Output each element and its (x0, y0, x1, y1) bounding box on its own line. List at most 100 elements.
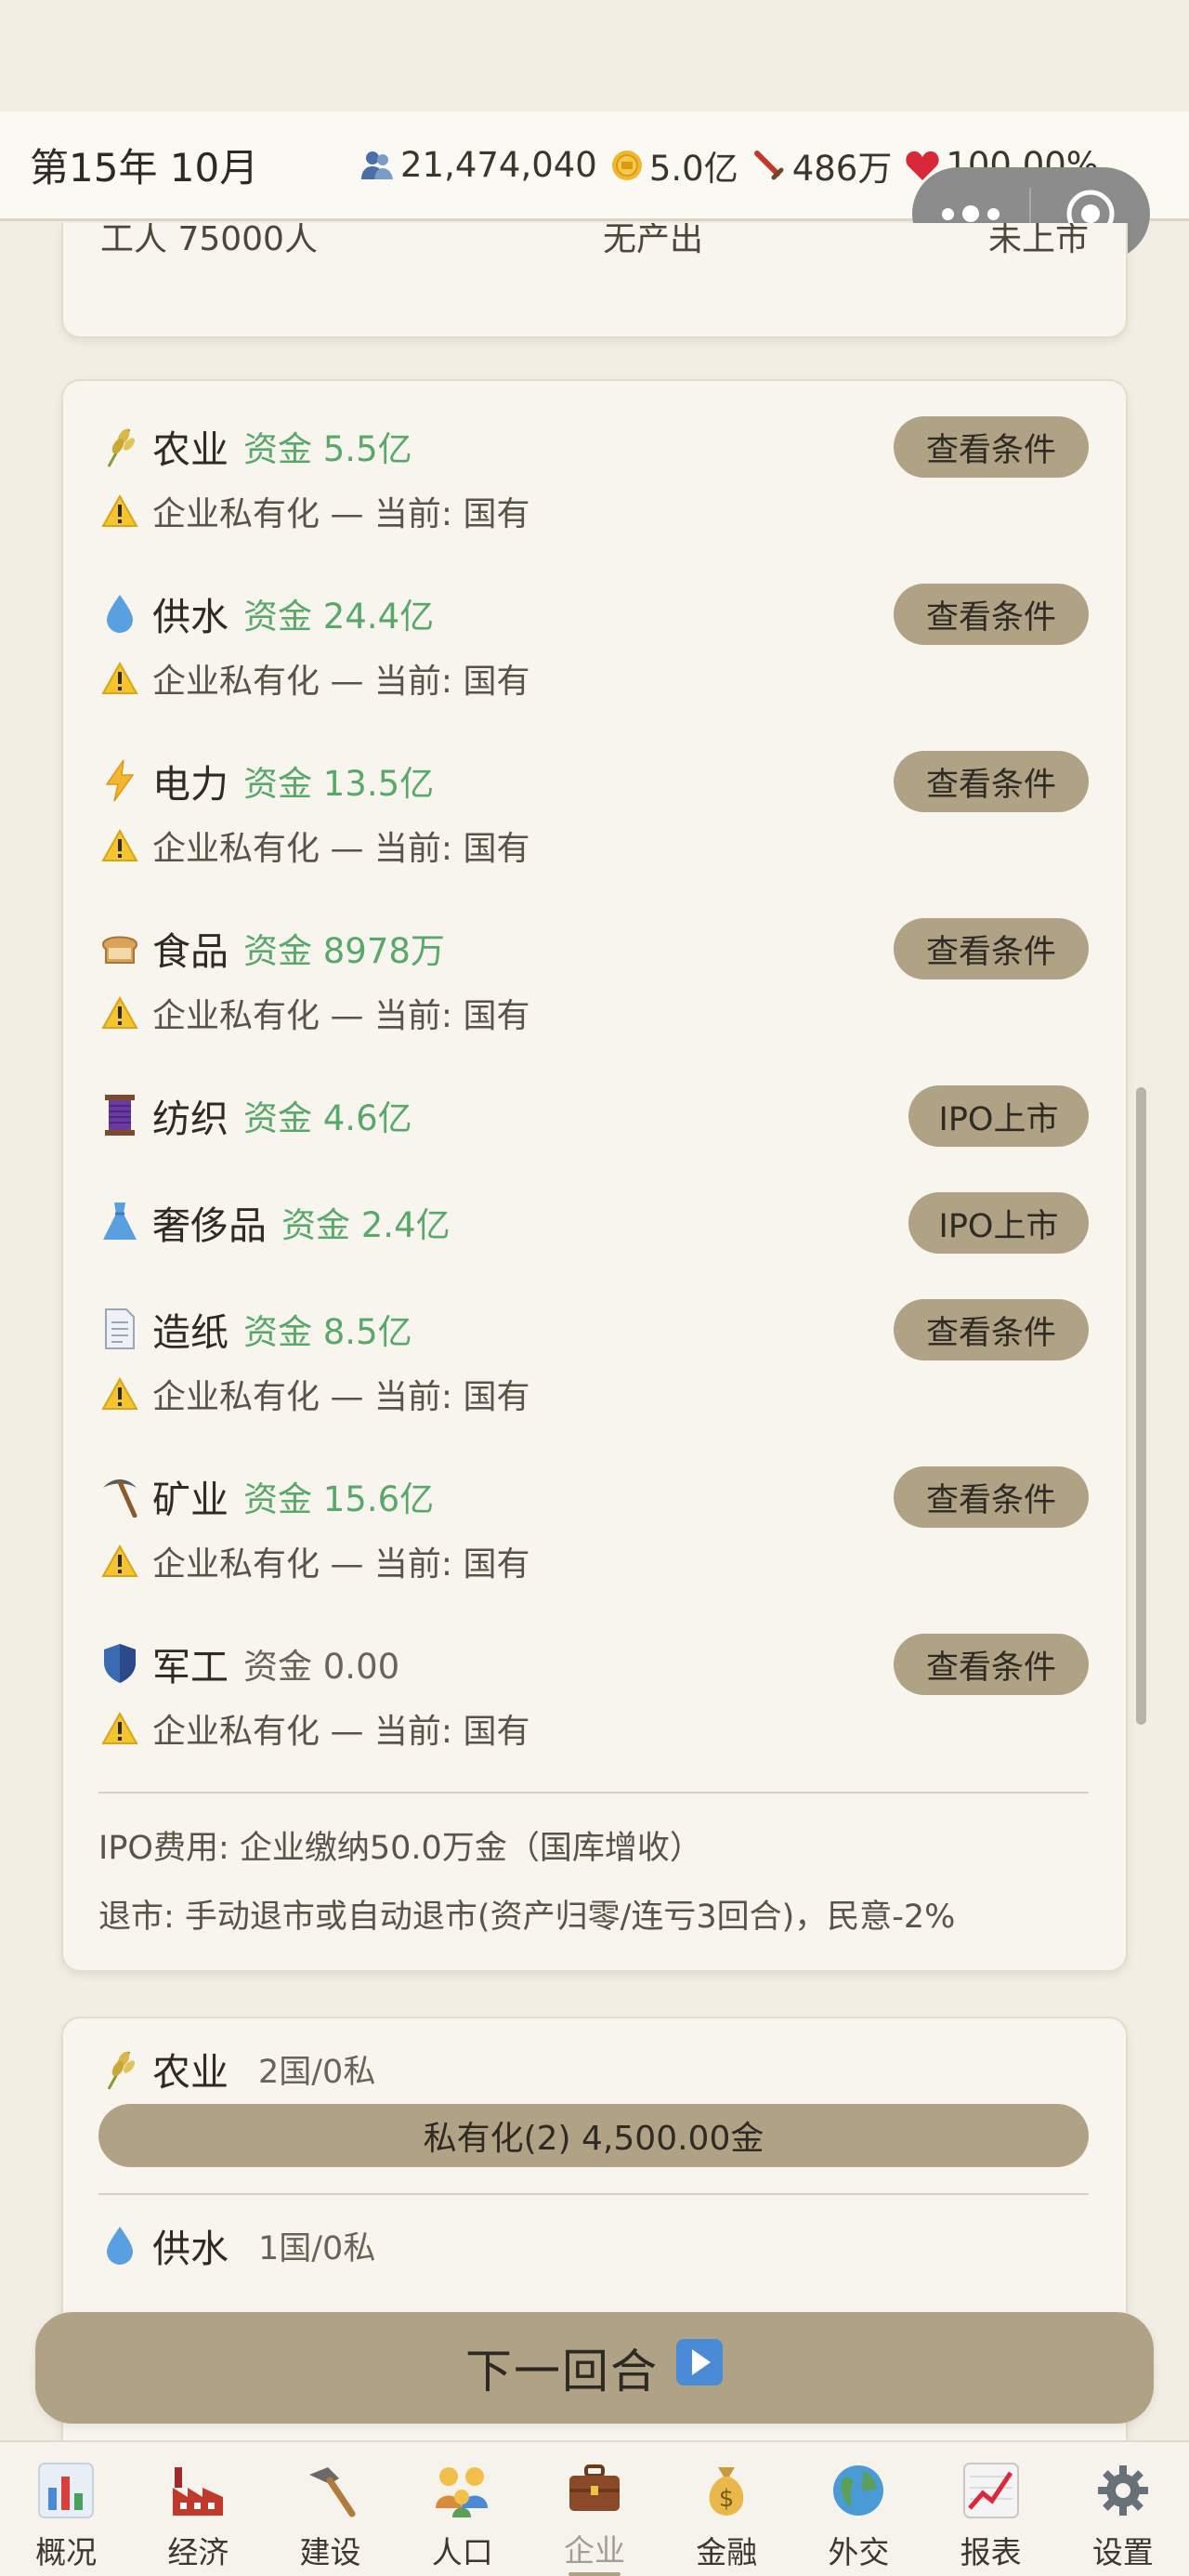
prev-col-1: 工人 75000人 (100, 223, 318, 258)
ipo-list-button[interactable]: IPO上市 (908, 1085, 1089, 1147)
wheat-icon (98, 423, 141, 469)
enterprise-name: 电力 (152, 762, 229, 807)
enterprise-fund: 资金 15.6亿 (243, 1479, 435, 1519)
warning-icon (98, 996, 141, 1030)
enterprise-name: 矿业 (152, 1478, 229, 1522)
enterprise-name: 农业 (152, 427, 229, 472)
factory-icon (169, 2457, 227, 2524)
tab-enterprise[interactable]: 企业 (529, 2442, 660, 2576)
family-icon (432, 2457, 493, 2524)
warning-text: 企业私有化 — 当前: 国有 (152, 997, 530, 1035)
trend-chart-icon (962, 2457, 1020, 2524)
briefcase-icon (566, 2457, 623, 2522)
enterprise-fund: 资金 0.00 (243, 1647, 400, 1687)
privatization-warning: 企业私有化 — 当前: 国有 (98, 1704, 1089, 1753)
sword-icon (753, 150, 784, 179)
bottom-tab-bar: 概况 经济 建设 人口 企业 $ 金融 外交 报表 设置 (0, 2440, 1189, 2576)
view-conditions-button[interactable]: 查看条件 (894, 918, 1089, 979)
water-drop-icon (98, 590, 141, 637)
tab-economy[interactable]: 经济 (132, 2442, 264, 2576)
dress-icon (98, 1199, 141, 1245)
lightning-icon (98, 757, 141, 804)
industry-row-agriculture: 农业 2国/0私 (98, 2041, 375, 2096)
industry-count: 1国/0私 (258, 2229, 376, 2267)
warning-icon (98, 1712, 141, 1745)
tab-population[interactable]: 人口 (397, 2442, 529, 2576)
enterprise-fund: 资金 4.6亿 (243, 1098, 412, 1138)
population-stat: 21,474,040 (359, 145, 597, 185)
warning-icon (98, 829, 141, 862)
prev-col-3: 未上市 (987, 223, 1089, 258)
tab-settings[interactable]: 设置 (1057, 2442, 1189, 2576)
privatization-warning: 企业私有化 — 当前: 国有 (98, 654, 1089, 703)
shield-icon (98, 1640, 141, 1687)
military-value: 486万 (791, 148, 893, 189)
ipo-fee-note: IPO费用: 企业缴纳50.0万金（国库增收） (98, 1830, 702, 1867)
coin-icon (611, 150, 642, 180)
enterprise-fund: 资金 24.4亿 (243, 597, 435, 637)
previous-card: 工人 75000人 无产出 未上市 (61, 223, 1128, 338)
enterprise-row-paper: 造纸 资金 8.5亿 查看条件 企业私有化 — 当前: 国有 (98, 1297, 1089, 1418)
view-conditions-button[interactable]: 查看条件 (894, 1299, 1089, 1360)
industry-count: 2国/0私 (258, 2053, 376, 2091)
industry-name: 农业 (152, 2050, 229, 2095)
treasury-value: 5.0亿 (648, 148, 738, 189)
view-conditions-button[interactable]: 查看条件 (894, 1634, 1089, 1695)
enterprise-row-agriculture: 农业 资金 5.5亿 查看条件 企业私有化 — 当前: 国有 (98, 414, 1089, 535)
tab-finance[interactable]: $ 金融 (660, 2442, 792, 2576)
warning-text: 企业私有化 — 当前: 国有 (152, 830, 530, 868)
privatization-warning: 企业私有化 — 当前: 国有 (98, 821, 1089, 870)
enterprise-fund: 资金 13.5亿 (243, 764, 435, 804)
play-icon (675, 2338, 724, 2398)
warning-icon (98, 1544, 141, 1578)
enterprise-row-luxury: 奢侈品 资金 2.4亿 IPO上市 (98, 1190, 1089, 1254)
population-value: 21,474,040 (400, 145, 597, 185)
tab-diplomacy[interactable]: 外交 (792, 2442, 924, 2576)
enterprise-name: 造纸 (152, 1310, 229, 1355)
warning-icon (98, 494, 141, 528)
people-icon (361, 151, 393, 179)
water-drop-icon (98, 2222, 141, 2268)
view-conditions-button[interactable]: 查看条件 (894, 416, 1089, 478)
privatize-button[interactable]: 私有化(2) 4,500.00金 (98, 2104, 1089, 2167)
enterprise-row-power: 电力 资金 13.5亿 查看条件 企业私有化 — 当前: 国有 (98, 749, 1089, 870)
enterprise-name: 军工 (152, 1645, 229, 1689)
privatization-warning: 企业私有化 — 当前: 国有 (98, 1370, 1089, 1418)
enterprise-fund: 资金 2.4亿 (281, 1205, 451, 1245)
warning-icon (98, 662, 141, 695)
industry-row-water: 供水 1国/0私 (98, 2217, 375, 2273)
scrollbar[interactable] (1136, 1087, 1146, 1725)
hammer-icon (302, 2457, 359, 2524)
view-conditions-button[interactable]: 查看条件 (894, 751, 1089, 812)
document-icon (98, 1306, 141, 1352)
enterprise-row-military: 军工 资金 0.00 查看条件 企业私有化 — 当前: 国有 (98, 1632, 1089, 1753)
enterprise-row-mining: 矿业 资金 15.6亿 查看条件 企业私有化 — 当前: 国有 (98, 1465, 1089, 1585)
enterprise-fund: 资金 8.5亿 (243, 1312, 412, 1352)
tab-reports[interactable]: 报表 (925, 2442, 1057, 2576)
bar-chart-icon (37, 2457, 95, 2524)
prev-col-2: 无产出 (602, 223, 703, 258)
warning-text: 企业私有化 — 当前: 国有 (152, 663, 530, 701)
enterprise-row-water: 供水 资金 24.4亿 查看条件 企业私有化 — 当前: 国有 (98, 582, 1089, 703)
privatization-warning: 企业私有化 — 当前: 国有 (98, 989, 1089, 1037)
warning-text: 企业私有化 — 当前: 国有 (152, 1713, 530, 1751)
tab-overview[interactable]: 概况 (0, 2442, 132, 2576)
enterprise-row-food: 食品 资金 8978万 查看条件 企业私有化 — 当前: 国有 (98, 916, 1089, 1037)
svg-text:$: $ (719, 2485, 735, 2513)
warning-text: 企业私有化 — 当前: 国有 (152, 495, 530, 533)
ipo-list-button[interactable]: IPO上市 (908, 1192, 1089, 1254)
tab-construction[interactable]: 建设 (264, 2442, 396, 2576)
enterprise-fund: 资金 8978万 (243, 931, 445, 971)
enterprise-fund: 资金 5.5亿 (243, 429, 412, 469)
next-turn-button[interactable]: 下一回合 (35, 2312, 1154, 2424)
enterprise-name: 纺织 (152, 1097, 229, 1141)
view-conditions-button[interactable]: 查看条件 (894, 1466, 1089, 1528)
active-tab-indicator (568, 2572, 621, 2576)
industry-name: 供水 (152, 2227, 229, 2271)
warning-text: 企业私有化 — 当前: 国有 (152, 1378, 530, 1416)
divider (98, 2193, 1089, 2195)
game-date: 第15年 10月 (30, 145, 259, 191)
privatization-warning: 企业私有化 — 当前: 国有 (98, 1537, 1089, 1585)
view-conditions-button[interactable]: 查看条件 (894, 584, 1089, 645)
warning-text: 企业私有化 — 当前: 国有 (152, 1545, 530, 1584)
